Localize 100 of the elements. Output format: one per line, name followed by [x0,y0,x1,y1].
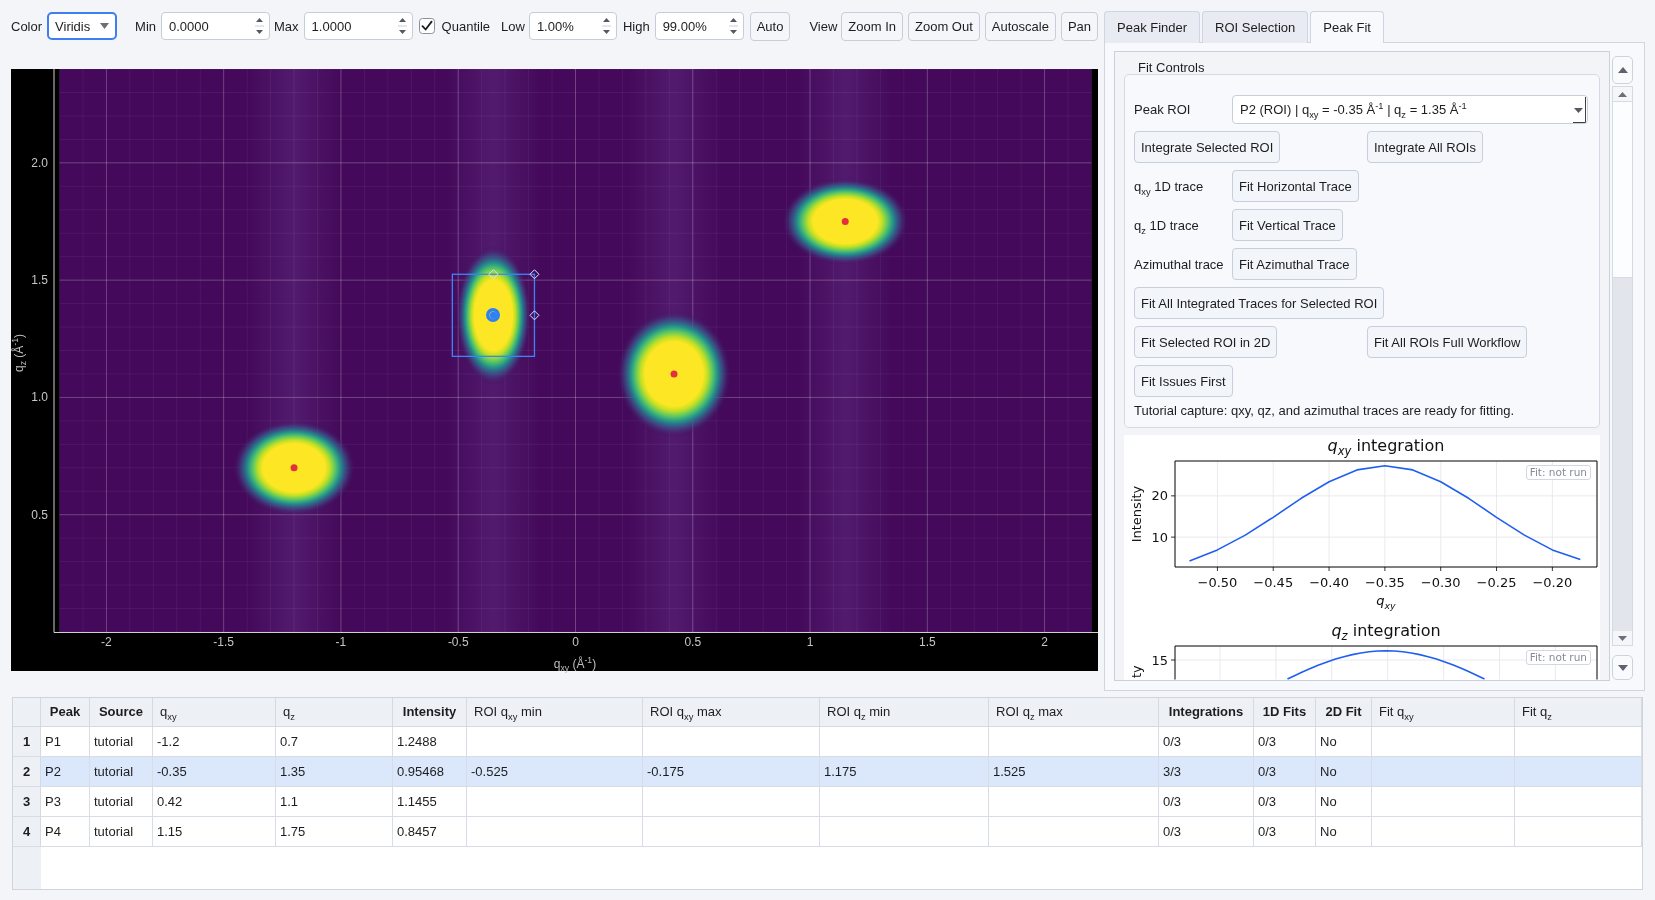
number-spinbox[interactable]: 1.0000 [303,12,413,40]
number-spinbox[interactable]: 1.00% [528,12,617,40]
column-header[interactable]: Peak [41,698,90,726]
tick-label: -0.5 [447,635,469,649]
column-header[interactable]: q$_{z}$ [276,698,393,726]
status-badge: Fit: not run [1525,650,1591,665]
table-cell: 0.7 [276,727,393,756]
up-arrow-icon [1618,91,1627,97]
field-label: Min [135,18,157,34]
tick-label: −0.20 [1532,575,1573,590]
action-button[interactable]: Fit All ROIs Full Workflow [1367,326,1528,358]
table-cell: 0/3 [1159,787,1254,816]
colormap-dropdown[interactable]: Viridis [47,12,118,40]
table-row[interactable]: 2 P2 tutorial -0.35 1.35 0.95468 -0.525 -0.175 1.175 1.525 3/3 0/3 No [13,757,1642,787]
column-header[interactable]: Fit q$_{xy}$ [1372,698,1515,726]
column-header[interactable]: ROI q$_{z}$ max [989,698,1159,726]
column-header[interactable]: ROI q$_{xy}$ max [643,698,820,726]
column-header[interactable]: Integrations [1159,698,1254,726]
table-cell: 0/3 [1159,727,1254,756]
scroll-down-button[interactable] [1612,655,1633,680]
action-button[interactable]: Fit Horizontal Trace [1232,170,1359,202]
up-arrow-icon [1617,67,1628,73]
column-header[interactable]: ROI q$_{xy}$ min [467,698,643,726]
action-button[interactable]: Fit Selected ROI in 2D [1134,326,1278,358]
toolbar-button[interactable]: Zoom In [841,11,903,41]
table-cell: 0/3 [1254,787,1316,816]
action-button[interactable]: Integrate Selected ROI [1134,131,1281,163]
field-label: q$_{z}$ 1D trace [1134,217,1200,233]
peak-marker[interactable] [290,464,298,472]
column-header[interactable]: Source [90,698,153,726]
row-header[interactable]: 3 [13,787,41,816]
table-cell: 3/3 [1159,757,1254,786]
action-button[interactable]: Fit Issues First [1134,365,1233,397]
caret-icon [1573,96,1586,123]
table-cell: P2 [41,757,90,786]
roi-handle[interactable] [529,269,540,280]
selected-peak-marker[interactable] [489,311,497,319]
tick-label: −0.50 [1197,575,1238,590]
tick-label: 1.5 [918,635,936,649]
roi-handle[interactable] [529,310,540,321]
column-header[interactable]: Fit q$_{z}$ [1515,698,1642,726]
table-cell: 0.42 [153,787,276,816]
column-header[interactable]: 1D Fits [1254,698,1316,726]
action-button[interactable]: Fit All Integrated Traces for Selected ROI [1134,287,1385,319]
tick-label: 2.0 [31,155,48,170]
tab[interactable]: ROI Selection [1202,11,1309,43]
quantile-checkbox[interactable] [418,18,435,34]
status-text: Tutorial capture: qxy, qz, and azimuthal traces are ready for fitting. [1134,404,1516,418]
row-header[interactable]: 4 [13,817,41,846]
table-cell: P3 [41,787,90,816]
table-row[interactable]: 3 P3 tutorial 0.42 1.1 1.1455 0/3 0/3 No [13,787,1642,817]
table-cell: 1.35 [276,757,393,786]
table-row[interactable]: 1 P1 tutorial -1.2 0.7 1.2488 0/3 0/3 No [13,727,1642,757]
row-header[interactable]: 2 [13,757,41,786]
auto-button[interactable]: Auto [749,11,791,41]
action-button[interactable]: Fit Azimuthal Trace [1232,248,1357,280]
table-cell: 1.525 [989,757,1159,786]
column-header[interactable]: 2D Fit [1316,698,1372,726]
toolbar-button[interactable]: Autoscale [984,11,1056,41]
action-button[interactable]: Integrate All ROIs [1367,131,1483,163]
scroll-up-button[interactable] [1612,56,1633,84]
checkbox-label: Quantile [441,18,490,34]
field-label: Azimuthal trace [1134,256,1225,272]
table-cell: tutorial [90,727,153,756]
table-cell: 1.75 [276,817,393,846]
scrollbar-thumb[interactable] [1613,101,1632,278]
row-header[interactable]: 1 [13,727,41,756]
tab[interactable]: Peak Fit [1310,11,1384,43]
number-spinbox[interactable]: 0.0000 [161,12,271,40]
column-header[interactable]: q$_{xy}$ [153,698,276,726]
peak-roi-dropdown[interactable]: P2 (ROI) | q$_{xy}$ = -0.35 Å$^{-1}$ | q$_{z}$ = 1.35 Å$^{-1}$ [1232,95,1588,124]
tick-label: 1.0 [31,390,48,405]
tick-label: −0.25 [1476,575,1517,590]
number-spinbox[interactable]: 99.00% [654,12,744,40]
scrollbar[interactable] [1612,86,1633,646]
caret-icon [100,23,110,29]
table-cell: No [1316,757,1372,786]
action-button[interactable]: Fit Vertical Trace [1232,209,1343,241]
axis-label: q$_{xy}$ (Å$^{-1}$) [553,657,597,671]
table-row[interactable]: 4 P4 tutorial 1.15 1.75 0.8457 0/3 0/3 No [13,817,1642,847]
table-cell: 0/3 [1159,817,1254,846]
down-arrow-icon [1618,635,1627,641]
stepper-arrows-icon [397,17,407,35]
roi-rectangle[interactable] [451,273,536,357]
toolbar-button[interactable]: Pan [1060,11,1099,41]
roi-handle[interactable] [488,269,499,280]
column-header[interactable]: Intensity [393,698,467,726]
peak-marker[interactable] [670,370,678,378]
table-cell: -0.525 [467,757,643,786]
toolbar-button[interactable]: Zoom Out [908,11,980,41]
tick-label: -1.5 [213,635,235,649]
table-cell: 0/3 [1254,727,1316,756]
tick-label: −0.45 [1253,575,1294,590]
status-badge: Fit: not run [1525,465,1591,480]
table-cell: P4 [41,817,90,846]
peak-marker[interactable] [841,218,849,225]
toolbar-label: View [809,18,838,34]
column-header[interactable]: ROI q$_{z}$ min [820,698,989,726]
tab[interactable]: Peak Finder [1104,11,1201,43]
stepper-arrows-icon [255,17,265,35]
